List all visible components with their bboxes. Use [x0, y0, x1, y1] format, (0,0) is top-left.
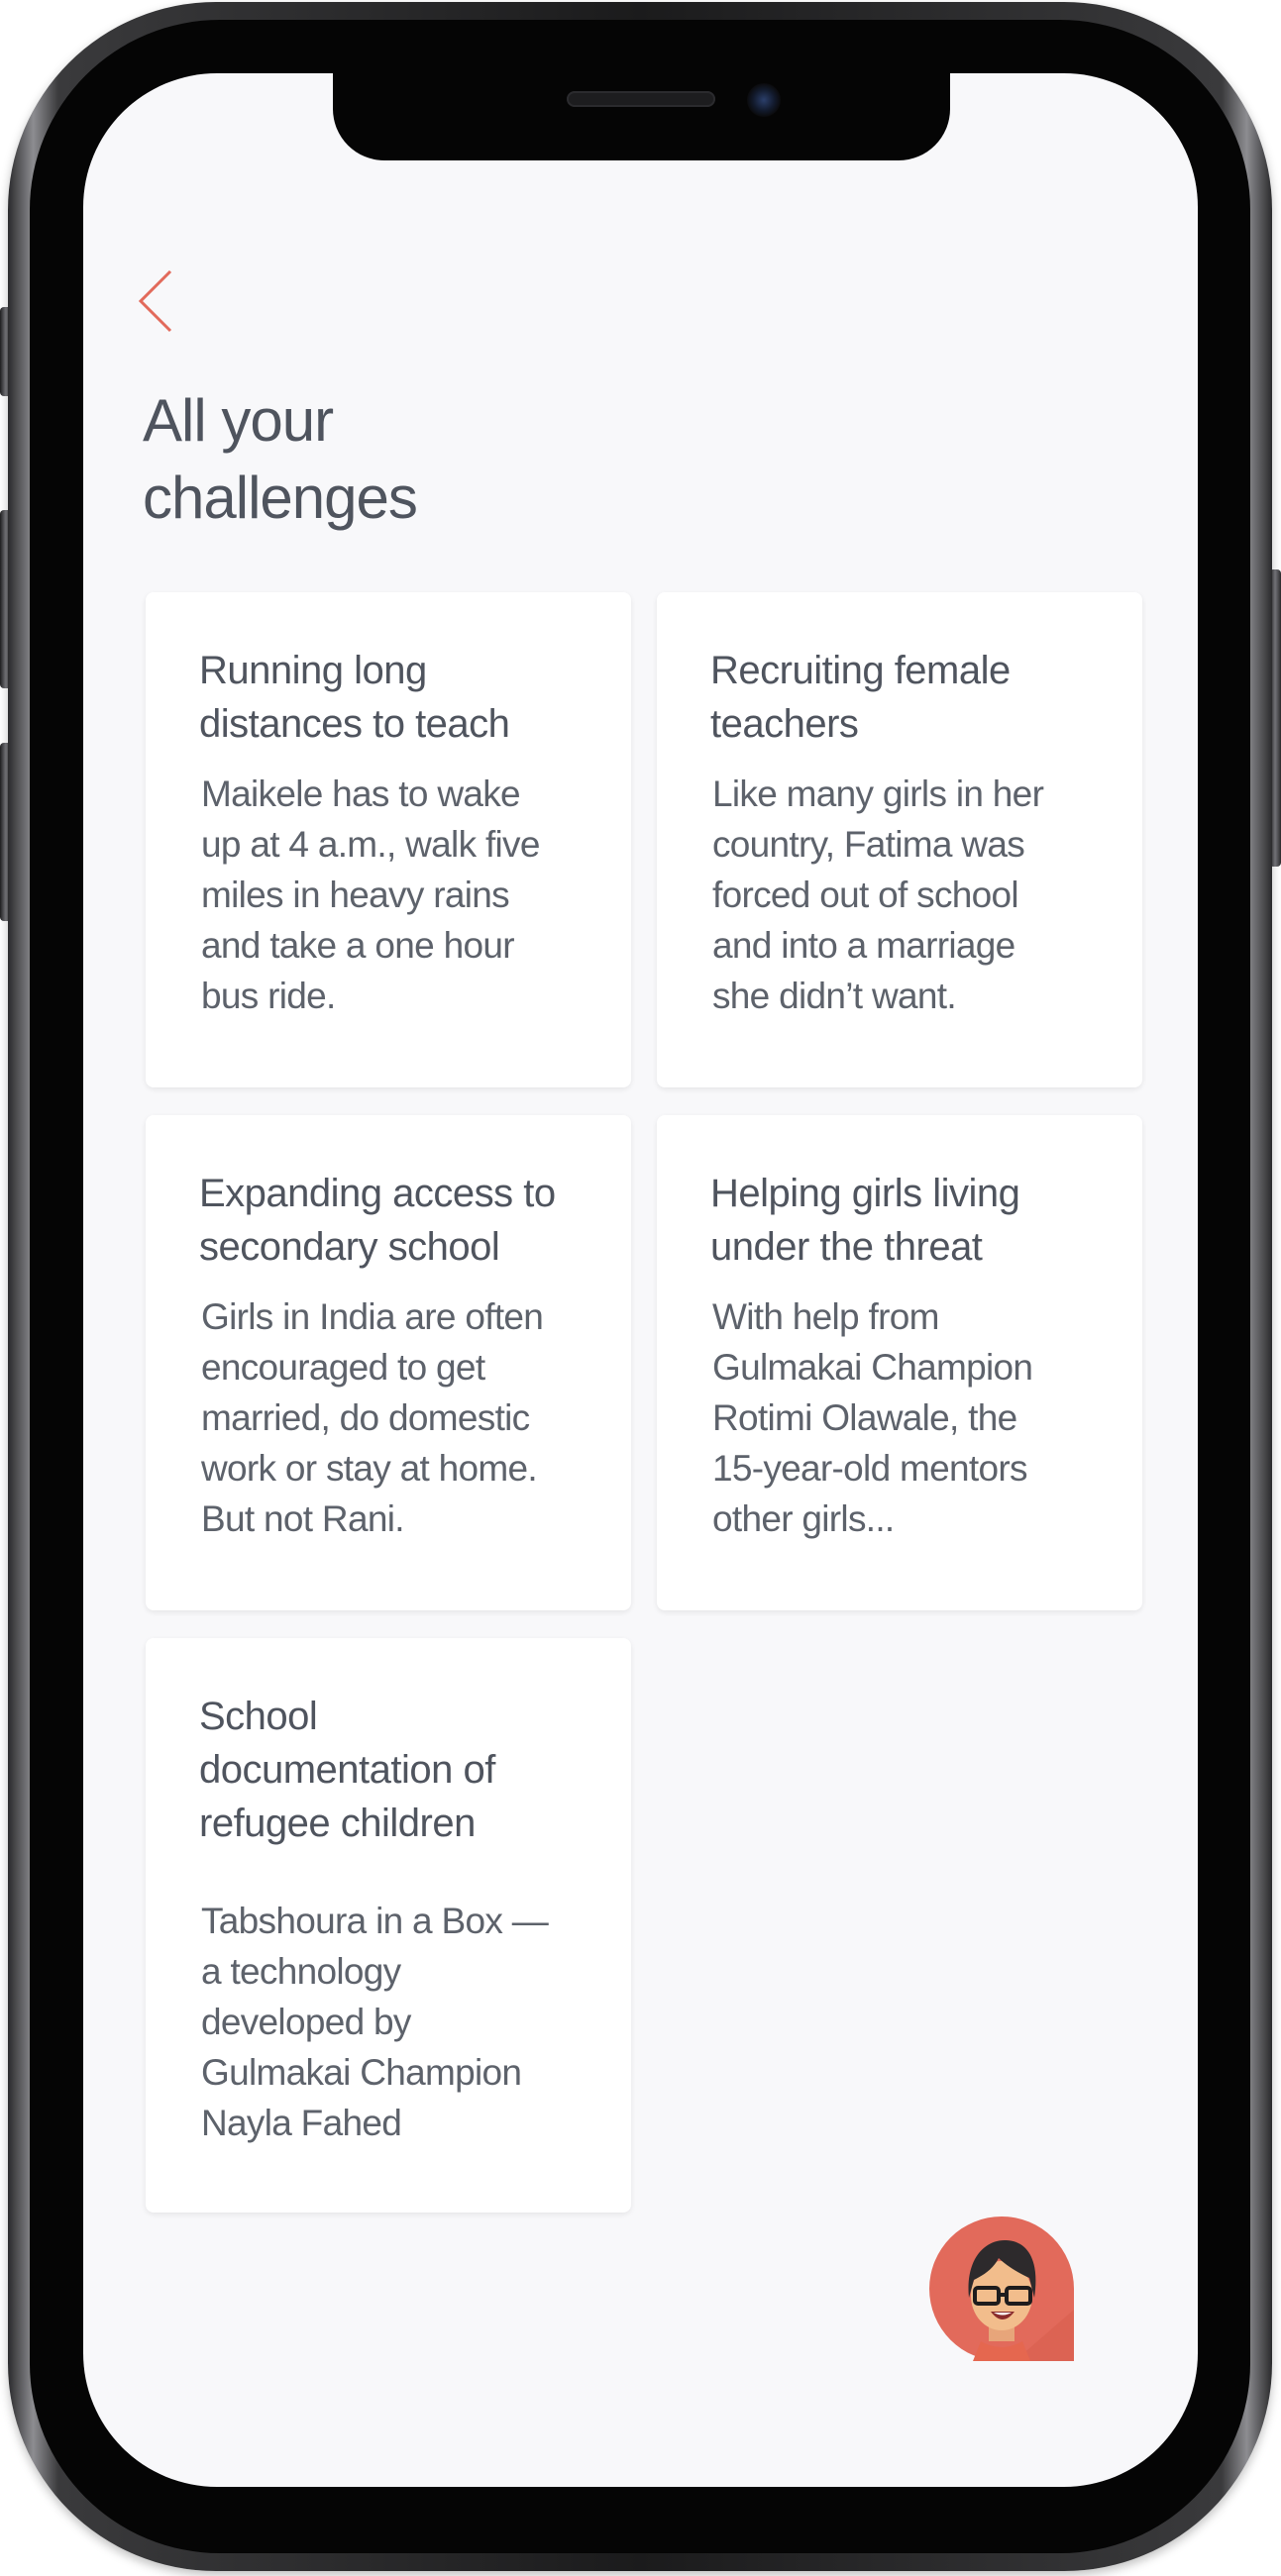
challenge-card[interactable]: Expanding access to secondary school Gir…: [146, 1115, 631, 1610]
notch: [333, 73, 950, 160]
card-title: School documentation of refugee children: [199, 1695, 495, 1845]
card-description: Tabshoura in a Box — a technology develo…: [201, 1901, 549, 2143]
back-button[interactable]: [135, 261, 194, 341]
card-title: Recruiting female teachers: [710, 649, 1011, 746]
card-description: Like many girls in her country, Fatima w…: [712, 773, 1044, 1016]
avatar-icon: [929, 2216, 1074, 2361]
app-screen: All your challenges Running long distanc…: [83, 73, 1198, 2487]
device-mockup: All your challenges Running long distanc…: [0, 0, 1281, 2576]
page-title: All your challenges: [143, 387, 418, 531]
speaker-grille: [567, 91, 715, 107]
chevron-left-icon: [138, 269, 172, 333]
front-camera: [747, 83, 781, 117]
card-title: Helping girls living under the threat: [710, 1172, 1020, 1269]
challenge-card[interactable]: Helping girls living under the threat Wi…: [657, 1115, 1142, 1610]
card-title: Running long distances to teach: [199, 649, 510, 746]
challenge-card[interactable]: Recruiting female teachers Like many gir…: [657, 592, 1142, 1087]
card-title: Expanding access to secondary school: [199, 1172, 556, 1269]
card-description: Maikele has to wake up at 4 a.m., walk f…: [201, 773, 540, 1016]
card-description: With help from Gulmakai Champion Rotimi …: [712, 1296, 1033, 1539]
card-description: Girls in India are often encouraged to g…: [201, 1296, 544, 1539]
challenge-card[interactable]: Running long distances to teach Maikele …: [146, 592, 631, 1087]
challenge-card[interactable]: School documentation of refugee children…: [146, 1638, 631, 2213]
assistant-avatar-button[interactable]: [927, 2215, 1076, 2363]
